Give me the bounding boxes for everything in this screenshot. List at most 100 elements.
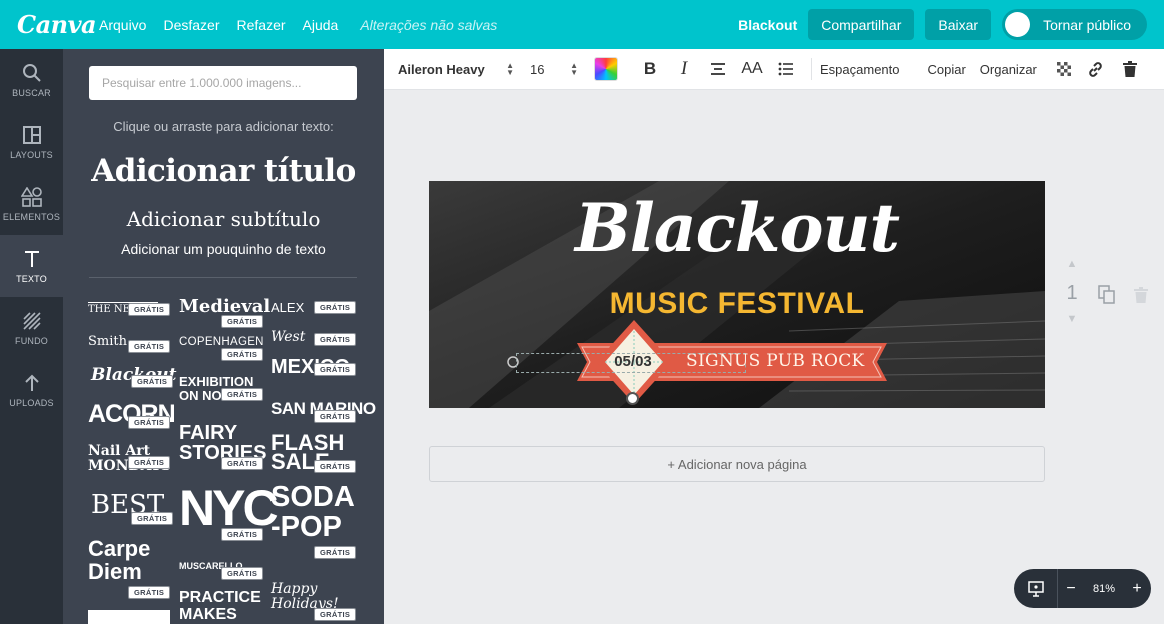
free-badge: GRÁTIS (221, 528, 264, 541)
elements-icon (20, 186, 42, 207)
free-badge: GRÁTIS (221, 315, 264, 328)
template-item[interactable]: Smith GRÁTIS (88, 335, 172, 353)
share-button[interactable]: Compartilhar (808, 9, 915, 40)
download-button[interactable]: Baixar (925, 9, 992, 40)
template-item[interactable]: BEST GRÁTIS (91, 492, 175, 525)
menu-ajuda[interactable]: Ajuda (303, 17, 339, 33)
updown-icon: ▲ ▼ (570, 61, 578, 77)
menu-refazer[interactable]: Refazer (237, 17, 286, 33)
move-up-icon[interactable]: ▲ (1062, 258, 1082, 270)
nav-elementos[interactable]: ELEMENTOS (0, 173, 63, 235)
template-item[interactable]: PRACTICE MAKES (179, 589, 263, 624)
template-item[interactable]: Carpe Diem GRÁTIS (88, 537, 172, 599)
nav-label: BUSCAR (12, 87, 51, 98)
text-color-picker[interactable] (594, 57, 618, 81)
free-badge: GRÁTIS (131, 512, 174, 525)
background-icon (22, 311, 41, 330)
duplicate-icon (1098, 285, 1115, 304)
template-item[interactable]: West GRÁTIS (271, 330, 357, 346)
font-selector[interactable]: Aileron Heavy ▲ ▼ (398, 62, 524, 77)
delete-page-button[interactable] (1134, 287, 1148, 308)
template-item[interactable]: MUSCARELLO GRÁTIS (179, 562, 264, 580)
template-item[interactable]: Nail Art MONDAYS GRÁTIS (88, 444, 172, 474)
delete-button[interactable] (1115, 61, 1145, 77)
design-title[interactable]: Blackout (429, 189, 1045, 267)
template-item[interactable]: ALEX GRÁTIS (271, 301, 357, 314)
template-item[interactable]: NYC GRÁTIS (179, 483, 279, 541)
add-subtitle-button[interactable]: Adicionar subtítulo (63, 207, 384, 231)
italic-icon: I (680, 58, 688, 79)
add-page-button[interactable]: + Adicionar nova página (429, 446, 1045, 482)
template-item[interactable]: MEXICO GRÁTIS (271, 357, 357, 377)
search-input[interactable] (89, 66, 357, 100)
free-badge: GRÁTIS (314, 333, 357, 346)
template-item[interactable]: Blackout GRÁTIS (91, 367, 177, 388)
template-item[interactable]: Medieval GRÁTIS (179, 298, 270, 328)
template-item[interactable]: EXHIBITION ON NOW GRÁTIS (179, 375, 264, 402)
nav-texto[interactable]: TEXTO (0, 235, 63, 297)
align-button[interactable] (701, 62, 735, 76)
nav-layouts[interactable]: LAYOUTS (0, 111, 63, 173)
nav-uploads[interactable]: UPLOADS (0, 359, 63, 421)
left-nav: BUSCAR LAYOUTS ELEMENTOS TEXTO FUNDO UPL… (0, 49, 63, 624)
duplicate-page-button[interactable] (1098, 285, 1115, 309)
layouts-icon (22, 125, 41, 144)
transparency-button[interactable] (1051, 62, 1077, 76)
design-subtitle[interactable]: MUSIC FESTIVAL (429, 287, 1045, 321)
menu-desfazer[interactable]: Desfazer (163, 17, 219, 33)
template-item[interactable]: SODA -POP GRÁTIS (271, 482, 357, 559)
template-item[interactable]: THE NE GRÁTIS (88, 302, 172, 316)
zoom-in-button[interactable]: + (1124, 580, 1150, 598)
move-down-icon[interactable]: ▼ (1062, 313, 1082, 325)
template-item[interactable]: ACORN GRÁTIS (88, 402, 176, 429)
free-badge: GRÁTIS (128, 456, 171, 469)
publish-label: Tornar público (1043, 16, 1131, 33)
font-size-selector[interactable]: 16 ▲ ▼ (524, 62, 588, 77)
toolbar-separator (811, 58, 812, 80)
template-item[interactable]: SAN MARINO GRÁTIS (271, 400, 376, 423)
panel-divider (89, 277, 357, 278)
font-name: Aileron Heavy (398, 61, 485, 77)
template-item[interactable]: FAIRY STORIES GRÁTIS (179, 423, 266, 470)
copy-button[interactable]: Copiar (928, 62, 966, 77)
page-number: 1 (1066, 282, 1078, 304)
italic-button[interactable]: I (667, 58, 701, 80)
present-button[interactable] (1014, 569, 1058, 608)
template-item[interactable]: FLASH SALE GRÁTIS (271, 431, 357, 473)
document-title[interactable]: Blackout (738, 17, 797, 33)
spacing-button[interactable]: Espaçamento (820, 62, 900, 77)
rotate-handle[interactable] (626, 392, 639, 405)
template-item[interactable]: COPENHAGEN GRÁTIS (179, 336, 263, 361)
link-button[interactable] (1077, 61, 1115, 78)
page-controls: ▲ (1062, 258, 1082, 270)
free-badge: GRÁTIS (314, 410, 357, 423)
list-button[interactable] (769, 62, 803, 76)
menu-arquivo[interactable]: Arquivo (99, 17, 146, 33)
nav-buscar[interactable]: BUSCAR (0, 49, 63, 111)
nav-label: UPLOADS (9, 397, 54, 408)
arrange-button[interactable]: Organizar (980, 62, 1037, 77)
design-date[interactable]: 05/03 (610, 353, 656, 370)
text-icon (24, 250, 39, 267)
text-panel: Clique ou arraste para adicionar texto: … (63, 49, 384, 624)
publish-toggle[interactable]: Tornar público (1002, 9, 1147, 40)
design-ribbon-text[interactable]: SIGNUS PUB ROCK (686, 351, 865, 371)
free-badge: GRÁTIS (221, 457, 264, 470)
add-title-button[interactable]: Adicionar título (63, 153, 384, 189)
design-canvas[interactable]: Blackout MUSIC FESTIVAL 05/03 SIGNUS PUB… (429, 181, 1045, 408)
bold-button[interactable]: B (633, 59, 667, 79)
nav-label: TEXTO (16, 273, 47, 284)
free-badge: GRÁTIS (314, 608, 357, 621)
zoom-out-button[interactable]: − (1058, 580, 1084, 598)
zoom-value[interactable]: 81% (1084, 583, 1124, 595)
free-badge: GRÁTIS (128, 416, 171, 429)
template-item[interactable]: Happy Holidays! GRÁTIS (271, 582, 357, 621)
nav-fundo[interactable]: FUNDO (0, 297, 63, 359)
canva-logo[interactable]: Canva (17, 10, 97, 39)
add-body-button[interactable]: Adicionar um pouquinho de texto (63, 241, 384, 257)
present-icon (1027, 580, 1044, 597)
template-item[interactable] (88, 610, 170, 624)
text-toolbar: Aileron Heavy ▲ ▼ 16 ▲ ▼ B I AA Espaçament… (384, 49, 1164, 90)
toggle-knob (1005, 12, 1031, 37)
uppercase-button[interactable]: AA (735, 60, 769, 78)
